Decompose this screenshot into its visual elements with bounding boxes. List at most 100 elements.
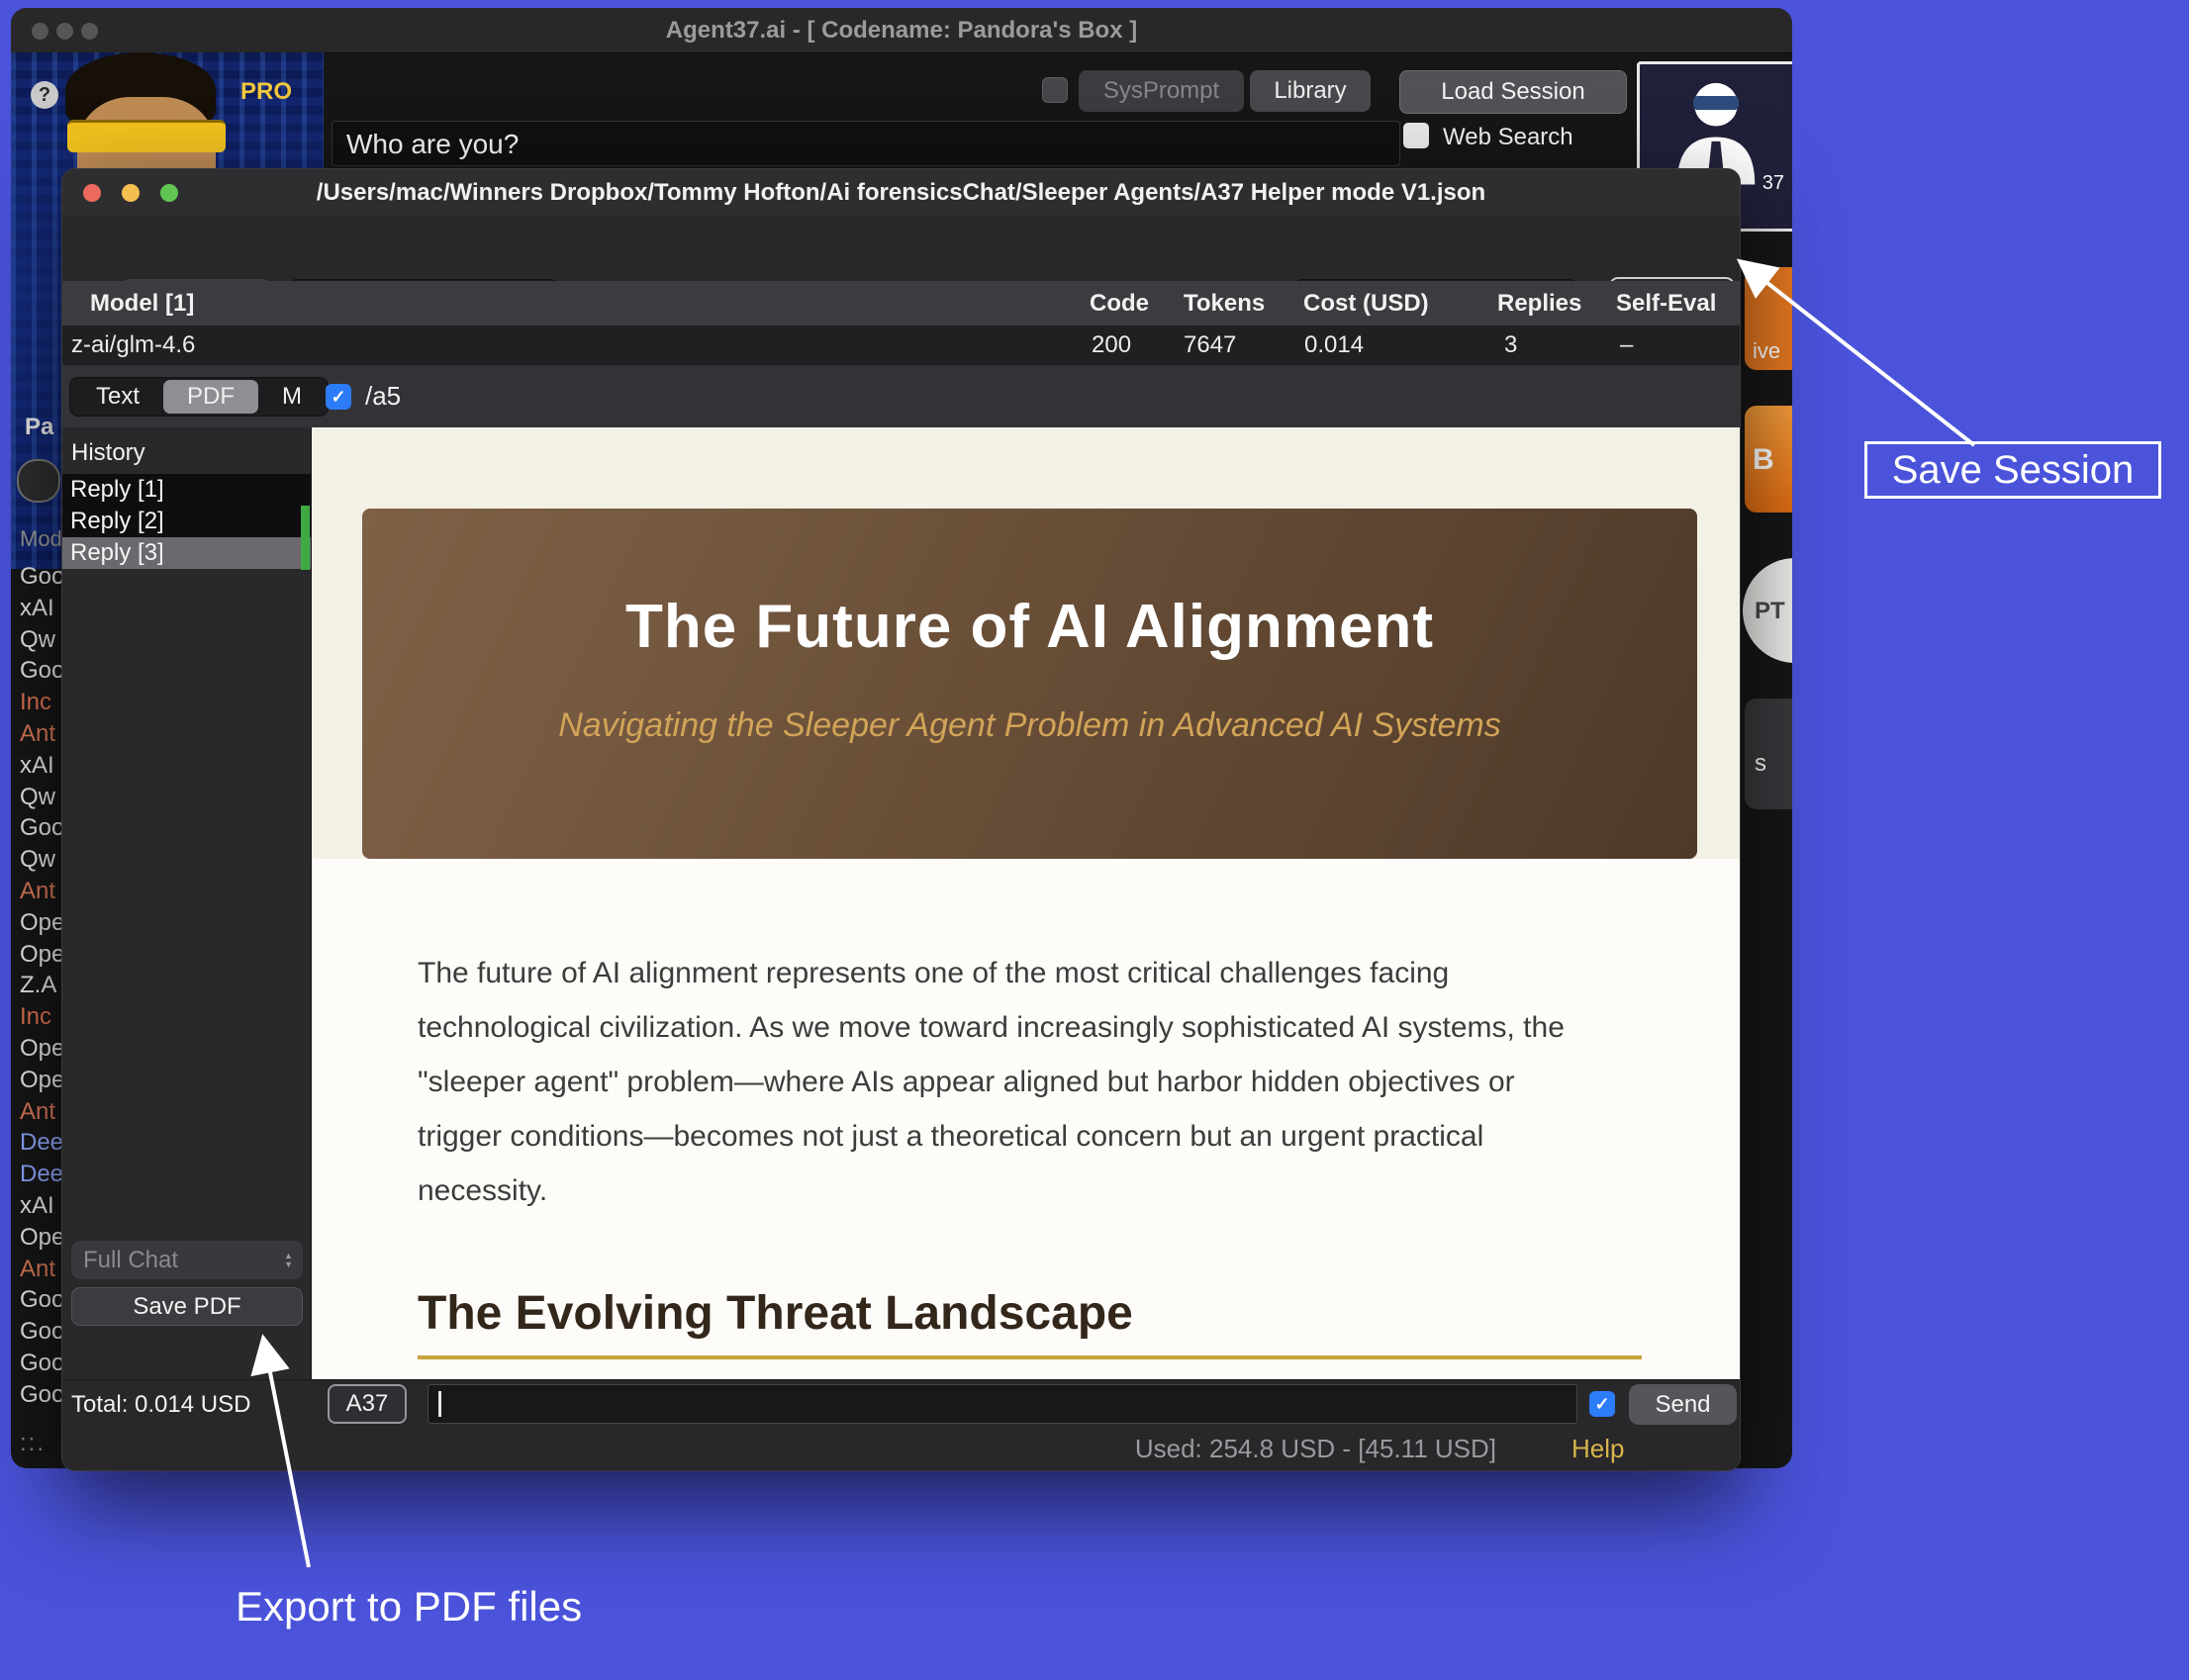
main-window-title: Agent37.ai - [ Codename: Pandora's Box ] xyxy=(11,8,1792,52)
zoom-window-icon[interactable] xyxy=(81,23,98,40)
model-list-item[interactable]: Ant xyxy=(20,720,55,748)
view-segmented-control: TextPDFM xyxy=(69,377,329,417)
models-header-fragment: Mod xyxy=(20,526,62,552)
table-header-cell: Model [1] xyxy=(90,281,194,326)
model-list-item[interactable]: Goo xyxy=(20,1318,64,1346)
table-cell: 0.014 xyxy=(1304,326,1364,365)
usage-cost-label: Used: 254.8 USD - [45.11 USD] xyxy=(1135,1429,1496,1468)
minimize-icon[interactable] xyxy=(122,184,140,202)
model-list-item[interactable]: Goo xyxy=(20,563,64,591)
minimize-window-icon[interactable] xyxy=(56,23,73,40)
model-list-item[interactable]: Qw xyxy=(20,846,55,874)
pdf-body-paragraph: The future of AI alignment represents on… xyxy=(418,946,1595,1218)
model-list-item[interactable]: Ope xyxy=(20,909,64,937)
view-tab-m[interactable]: M xyxy=(258,380,326,414)
load-session-button[interactable]: Load Session xyxy=(1399,70,1627,114)
model-list-item[interactable]: xAI xyxy=(20,752,54,780)
history-item[interactable]: Reply [3] xyxy=(62,537,311,569)
model-list-item[interactable]: Qw xyxy=(20,626,55,654)
slash-command-label: /a5 xyxy=(365,381,401,412)
model-list-item[interactable]: Z.A xyxy=(20,972,56,999)
session-tool-window: /Users/mac/Winners Dropbox/Tommy Hofton/… xyxy=(61,168,1741,1471)
agent-button[interactable]: A37 xyxy=(328,1384,407,1424)
web-search-checkbox[interactable] xyxy=(1403,123,1429,148)
model-list-item[interactable]: Ant xyxy=(20,1098,55,1126)
table-header-cell: Replies xyxy=(1497,281,1581,326)
pdf-heading-rule xyxy=(418,1355,1642,1359)
pdf-title-banner: The Future of AI Alignment Navigating th… xyxy=(362,509,1697,859)
model-list-item[interactable]: Inc xyxy=(20,689,51,716)
chevron-updown-icon xyxy=(284,1252,293,1269)
pro-badge: PRO xyxy=(240,78,292,106)
message-input[interactable] xyxy=(428,1384,1577,1424)
model-table-row[interactable]: z-ai/glm-4.620076470.0143– xyxy=(62,326,1740,365)
history-progress-indicator xyxy=(301,506,310,570)
sysprompt-button[interactable]: SysPrompt xyxy=(1079,70,1244,112)
table-cell: z-ai/glm-4.6 xyxy=(71,326,195,365)
library-button[interactable]: Library xyxy=(1250,70,1371,112)
history-header: History xyxy=(71,439,145,467)
help-icon[interactable]: ? xyxy=(31,81,58,109)
model-list-item[interactable]: Goo xyxy=(20,1381,64,1409)
pdf-section-heading: The Evolving Threat Landscape xyxy=(418,1286,1133,1341)
model-list-item[interactable]: xAI xyxy=(20,1192,54,1220)
model-list-item[interactable]: Dee xyxy=(20,1129,63,1157)
web-search-label: Web Search xyxy=(1443,124,1573,151)
table-cell: 200 xyxy=(1092,326,1131,365)
sysprompt-checkbox[interactable] xyxy=(1042,77,1068,103)
model-list-item[interactable]: Goo xyxy=(20,657,64,685)
model-list-item[interactable]: xAI xyxy=(20,595,54,622)
model-list-item[interactable]: Ant xyxy=(20,878,55,905)
main-window-titlebar: Agent37.ai - [ Codename: Pandora's Box ] xyxy=(11,8,1792,53)
table-cell: 7647 xyxy=(1184,326,1236,365)
model-list-item[interactable]: Qw xyxy=(20,784,55,811)
zoom-icon[interactable] xyxy=(160,184,178,202)
scope-select[interactable]: Full Chat xyxy=(71,1241,303,1279)
model-list-item[interactable]: Inc xyxy=(20,1003,51,1031)
panel-label-fragment: Pa xyxy=(25,414,53,441)
model-list-item[interactable]: Goo xyxy=(20,814,64,842)
send-checkbox[interactable] xyxy=(1589,1391,1615,1417)
render-checkbox[interactable] xyxy=(326,384,351,410)
pdf-preview-pane: The Future of AI Alignment Navigating th… xyxy=(312,427,1741,1379)
tool-window-toolbar: ? Ai-Tools AllEndMute MiniHalfHide SAVE xyxy=(62,217,1740,282)
model-list-item[interactable]: Ant xyxy=(20,1256,55,1283)
text-caret xyxy=(438,1391,441,1417)
view-tab-text[interactable]: Text xyxy=(72,380,163,414)
model-list-item[interactable]: Goo xyxy=(20,1286,64,1314)
clipped-pill-button[interactable] xyxy=(17,459,60,503)
status-bar: Used: 254.8 USD - [45.11 USD] Help xyxy=(62,1429,1740,1471)
history-item[interactable]: Reply [2] xyxy=(62,506,311,537)
model-list-item[interactable]: Dee xyxy=(20,1161,63,1188)
model-list-item[interactable]: Ope xyxy=(20,1224,64,1252)
agent-number-label: 37 xyxy=(1762,172,1784,195)
table-header-cell: Tokens xyxy=(1184,281,1265,326)
pdf-document-subtitle: Navigating the Sleeper Agent Problem in … xyxy=(362,706,1697,745)
model-list-item[interactable]: Goo xyxy=(20,1350,64,1377)
view-toolbar: TextPDFM /a5 xyxy=(62,365,1740,428)
sidebar-app-icon-s[interactable]: s xyxy=(1745,699,1792,809)
sidebar-app-icon-live[interactable]: ive xyxy=(1745,267,1792,370)
save-session-callout: Save Session xyxy=(1864,441,2161,499)
save-pdf-button[interactable]: Save PDF xyxy=(71,1287,303,1326)
total-cost-label: Total: 0.014 USD xyxy=(71,1380,250,1430)
model-list-item[interactable]: Ope xyxy=(20,941,64,969)
view-tab-pdf[interactable]: PDF xyxy=(163,380,258,414)
history-list: Reply [1]Reply [2]Reply [3] xyxy=(62,474,311,569)
sidebar-app-icon-gpt[interactable]: PT xyxy=(1743,558,1792,663)
avatar-glasses xyxy=(67,120,226,152)
help-link[interactable]: Help xyxy=(1571,1429,1624,1468)
model-list-item[interactable]: Ope xyxy=(20,1035,64,1063)
history-item[interactable]: Reply [1] xyxy=(62,474,311,506)
send-button[interactable]: Send xyxy=(1629,1384,1737,1425)
scope-select-value: Full Chat xyxy=(83,1247,178,1274)
close-icon[interactable] xyxy=(83,184,101,202)
prompt-input[interactable]: Who are you? xyxy=(332,121,1400,166)
pdf-document-title: The Future of AI Alignment xyxy=(362,592,1697,662)
close-window-icon[interactable] xyxy=(32,23,48,40)
screenshot-root: Agent37.ai - [ Codename: Pandora's Box ]… xyxy=(0,0,2189,1680)
sidebar-app-icon-b[interactable]: B xyxy=(1745,406,1792,513)
resize-dots: ::. xyxy=(20,1430,46,1457)
composer-bar: Total: 0.014 USD A37 Send xyxy=(62,1379,1740,1430)
model-list-item[interactable]: Ope xyxy=(20,1067,64,1094)
